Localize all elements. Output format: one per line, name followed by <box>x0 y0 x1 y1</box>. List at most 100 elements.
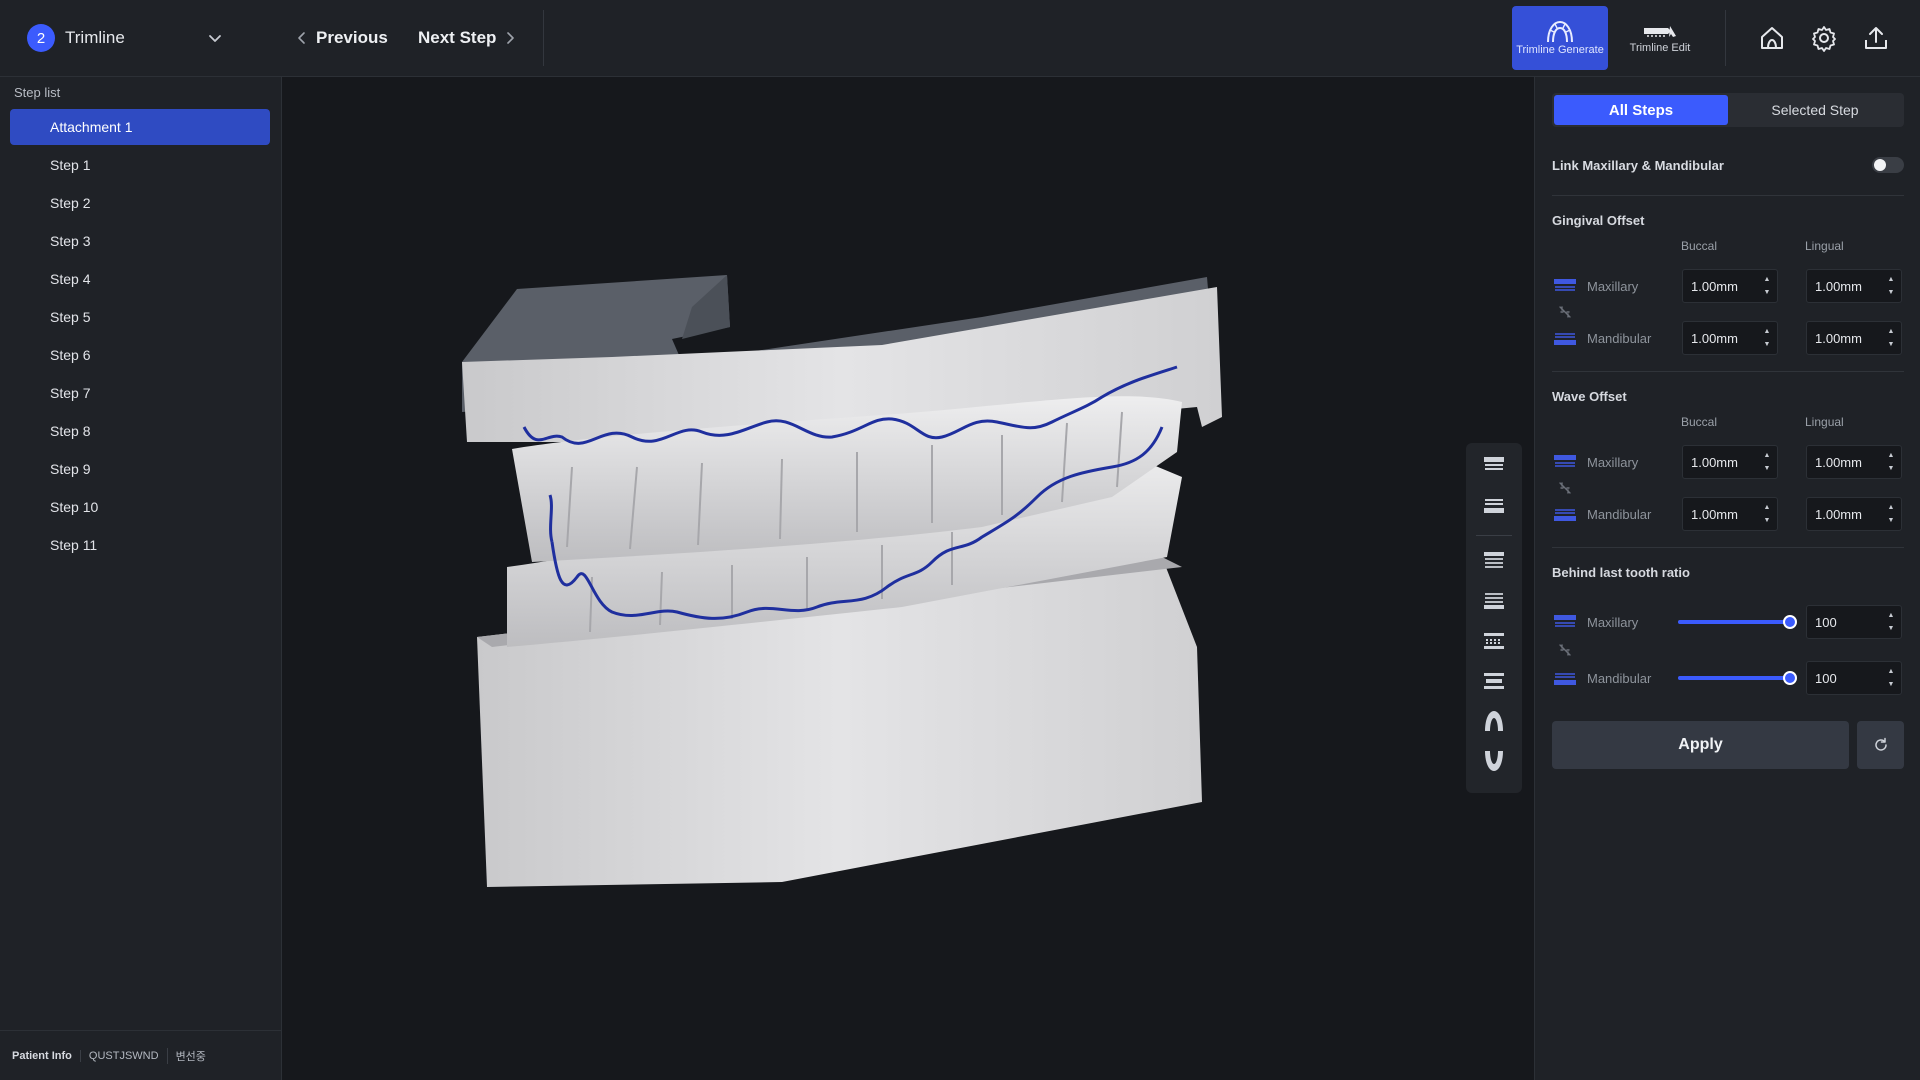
field-value: 1.00mm <box>1815 330 1862 346</box>
stepper-up-icon[interactable]: ▲ <box>1885 501 1897 514</box>
wave-maxillary-buccal-field[interactable]: 1.00mm ▲ ▼ <box>1682 445 1778 479</box>
field-value: 1.00mm <box>1815 454 1862 470</box>
step-item-attachment-1[interactable]: Attachment 1 <box>10 109 270 145</box>
stepper-down-icon[interactable]: ▼ <box>1761 514 1773 527</box>
dental-model-render[interactable] <box>462 227 1402 907</box>
step-item-label: Step 6 <box>50 347 91 363</box>
step-item-step-2[interactable]: Step 2 <box>10 185 270 221</box>
wave-maxillary-lingual-field[interactable]: 1.00mm ▲ ▼ <box>1806 445 1902 479</box>
step-item-label: Step 5 <box>50 309 91 325</box>
view-maxillary-front-button[interactable] <box>1480 451 1508 479</box>
trimline-generate-button[interactable]: Trimline Generate <box>1512 6 1608 70</box>
gingival-mandibular-buccal-field[interactable]: 1.00mm ▲ ▼ <box>1682 321 1778 355</box>
stepper-up-icon[interactable]: ▲ <box>1885 609 1897 622</box>
view-right-button[interactable] <box>1480 667 1508 695</box>
gingival-mandibular-lingual-field[interactable]: 1.00mm ▲ ▼ <box>1806 321 1902 355</box>
mandibular-ratio-slider[interactable] <box>1678 669 1797 687</box>
field-value: 1.00mm <box>1815 278 1862 294</box>
apply-button[interactable]: Apply <box>1552 721 1849 769</box>
stepper-down-icon[interactable]: ▼ <box>1885 338 1897 351</box>
maxillary-ratio-field[interactable]: 100 ▲ ▼ <box>1806 605 1902 639</box>
field-value: 1.00mm <box>1691 278 1738 294</box>
view-left-button[interactable] <box>1480 627 1508 655</box>
stepper-down-icon[interactable]: ▼ <box>1885 514 1897 527</box>
home-button[interactable] <box>1754 20 1790 56</box>
step-item-step-5[interactable]: Step 5 <box>10 299 270 335</box>
chevron-left-icon <box>298 32 305 44</box>
step-item-step-10[interactable]: Step 10 <box>10 489 270 525</box>
stepper-down-icon[interactable]: ▼ <box>1885 622 1897 635</box>
view-lower-occlusal-button[interactable] <box>1480 587 1508 615</box>
step-item-step-4[interactable]: Step 4 <box>10 261 270 297</box>
next-step-button[interactable]: Next Step <box>418 24 516 52</box>
arch-icon <box>1547 20 1573 42</box>
wave-mandibular-buccal-field[interactable]: 1.00mm ▲ ▼ <box>1682 497 1778 531</box>
step-item-step-8[interactable]: Step 8 <box>10 413 270 449</box>
view-upper-occlusal-button[interactable] <box>1480 547 1508 575</box>
stepper-down-icon[interactable]: ▼ <box>1885 678 1897 691</box>
export-button[interactable] <box>1858 20 1894 56</box>
trimline-edit-button[interactable]: Trimline Edit <box>1612 6 1708 70</box>
stepper-down-icon[interactable]: ▼ <box>1761 286 1773 299</box>
view-mandibular-front-icon <box>1484 499 1504 513</box>
stepper-down-icon[interactable]: ▼ <box>1761 462 1773 475</box>
wave-mandibular-lingual-field[interactable]: 1.00mm ▲ ▼ <box>1806 497 1902 531</box>
gingival-offset-title: Gingival Offset <box>1552 213 1645 228</box>
link-jaws-toggle[interactable] <box>1872 157 1904 173</box>
stepper-up-icon[interactable]: ▲ <box>1885 273 1897 286</box>
step-item-label: Step 7 <box>50 385 91 401</box>
unlink-icon[interactable] <box>1558 643 1572 657</box>
home-icon <box>1761 27 1783 49</box>
stepper-up-icon[interactable]: ▲ <box>1761 325 1773 338</box>
stage-selector[interactable]: 2 Trimline <box>27 24 227 52</box>
selected-step-button[interactable]: Selected Step <box>1728 95 1902 125</box>
slider-thumb[interactable] <box>1783 671 1797 685</box>
step-item-label: Step 3 <box>50 233 91 249</box>
stepper: ▲ ▼ <box>1885 501 1897 527</box>
stepper-up-icon[interactable]: ▲ <box>1761 273 1773 286</box>
view-lower-arch-icon <box>1485 751 1503 771</box>
step-item-step-11[interactable]: Step 11 <box>10 527 270 563</box>
step-item-label: Step 1 <box>50 157 91 173</box>
reset-button[interactable] <box>1857 721 1904 769</box>
patient-info-label: Patient Info <box>12 1049 72 1062</box>
stepper-up-icon[interactable]: ▲ <box>1885 665 1897 678</box>
step-item-step-9[interactable]: Step 9 <box>10 451 270 487</box>
3d-viewport[interactable] <box>282 77 1534 1080</box>
step-item-step-7[interactable]: Step 7 <box>10 375 270 411</box>
stepper-up-icon[interactable]: ▲ <box>1885 449 1897 462</box>
previous-button[interactable]: Previous <box>296 24 388 52</box>
previous-label: Previous <box>316 28 388 47</box>
maxillary-icon <box>1554 615 1576 627</box>
mandibular-ratio-field[interactable]: 100 ▲ ▼ <box>1806 661 1902 695</box>
stepper-up-icon[interactable]: ▲ <box>1761 501 1773 514</box>
stepper-up-icon[interactable]: ▲ <box>1761 449 1773 462</box>
step-item-step-3[interactable]: Step 3 <box>10 223 270 259</box>
lingual-header: Lingual <box>1805 239 1844 253</box>
unlink-icon[interactable] <box>1558 305 1572 319</box>
stepper-down-icon[interactable]: ▼ <box>1885 286 1897 299</box>
gingival-maxillary-buccal-field[interactable]: 1.00mm ▲ ▼ <box>1682 269 1778 303</box>
lingual-header: Lingual <box>1805 415 1844 429</box>
field-value: 1.00mm <box>1691 330 1738 346</box>
unlink-icon[interactable] <box>1558 481 1572 495</box>
export-icon <box>1865 27 1887 49</box>
view-lower-occlusal-icon <box>1484 593 1504 609</box>
buccal-header: Buccal <box>1681 239 1718 253</box>
maxillary-ratio-slider[interactable] <box>1678 613 1797 631</box>
field-value: 100 <box>1815 614 1837 630</box>
view-mandibular-front-button[interactable] <box>1480 491 1508 519</box>
view-upper-arch-button[interactable] <box>1480 707 1508 735</box>
step-item-step-6[interactable]: Step 6 <box>10 337 270 373</box>
stepper-down-icon[interactable]: ▼ <box>1761 338 1773 351</box>
view-lower-arch-button[interactable] <box>1480 747 1508 775</box>
stepper: ▲ ▼ <box>1885 449 1897 475</box>
step-item-step-1[interactable]: Step 1 <box>10 147 270 183</box>
gingival-maxillary-lingual-field[interactable]: 1.00mm ▲ ▼ <box>1806 269 1902 303</box>
stepper-down-icon[interactable]: ▼ <box>1885 462 1897 475</box>
all-steps-button[interactable]: All Steps <box>1554 95 1728 125</box>
settings-button[interactable] <box>1806 20 1842 56</box>
stepper: ▲ ▼ <box>1761 325 1773 351</box>
slider-thumb[interactable] <box>1783 615 1797 629</box>
stepper-up-icon[interactable]: ▲ <box>1885 325 1897 338</box>
